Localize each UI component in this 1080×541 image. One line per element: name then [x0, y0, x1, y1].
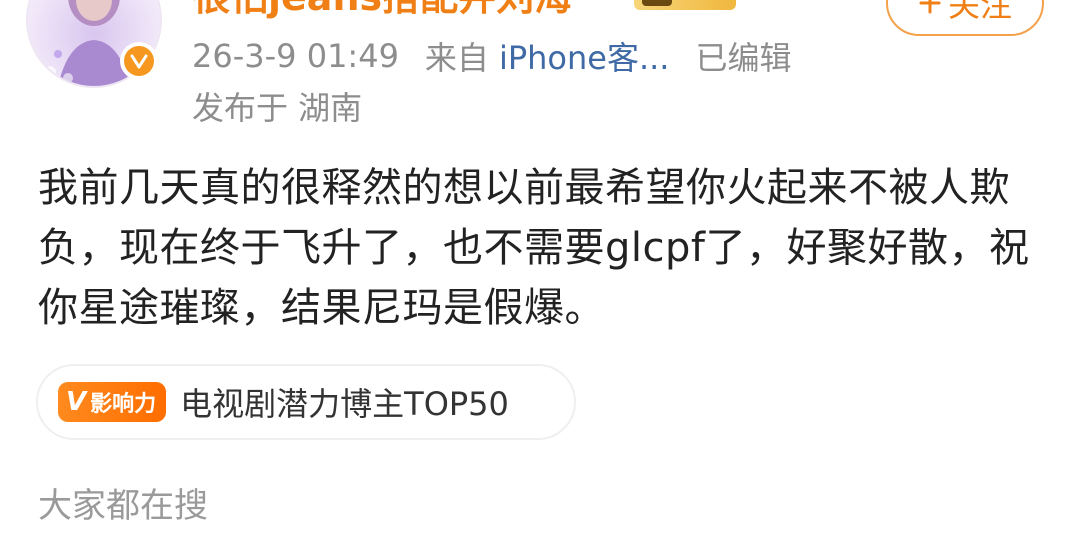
member-badge-icon[interactable] — [634, 0, 736, 10]
verified-icon — [124, 46, 154, 76]
follow-button[interactable]: 关注 — [886, 0, 1044, 36]
location-label: 发布于 湖南 — [192, 89, 363, 127]
influence-badge-label: 影响力 — [90, 392, 157, 417]
follow-label: 关注 — [947, 0, 1012, 24]
source-prefix: 来自 — [424, 39, 489, 77]
weibo-post: 很怕jeans搭配井刘海 关注 26-3-9 01:49 来自 iPhone客.… — [0, 0, 1080, 541]
trending-search-heading: 大家都在搜 — [38, 486, 208, 526]
edited-label[interactable]: 已编辑 — [695, 33, 791, 79]
post-text: 我前几天真的很释然的想以前最希望你火起来不被人欺负，现在终于飞升了，也不需要gl… — [38, 165, 1030, 331]
avatar-container[interactable] — [26, 0, 162, 88]
location-line: 发布于 湖南 — [192, 86, 363, 127]
post-timestamp: 26-3-9 01:49 — [192, 37, 399, 75]
influence-tag[interactable]: V 影响力 电视剧潜力博主TOP50 — [36, 364, 576, 440]
post-meta: 26-3-9 01:49 来自 iPhone客... 已编辑 — [192, 33, 792, 79]
influence-title: 电视剧潜力博主TOP50 — [180, 385, 509, 423]
verified-badge — [120, 42, 158, 80]
influence-v-icon: V — [66, 387, 87, 417]
plus-icon — [919, 0, 941, 14]
influence-badge: V 影响力 — [58, 382, 167, 422]
username[interactable]: 很怕jeans搭配井刘海 — [192, 0, 572, 16]
source-link[interactable]: iPhone客... — [499, 33, 670, 79]
